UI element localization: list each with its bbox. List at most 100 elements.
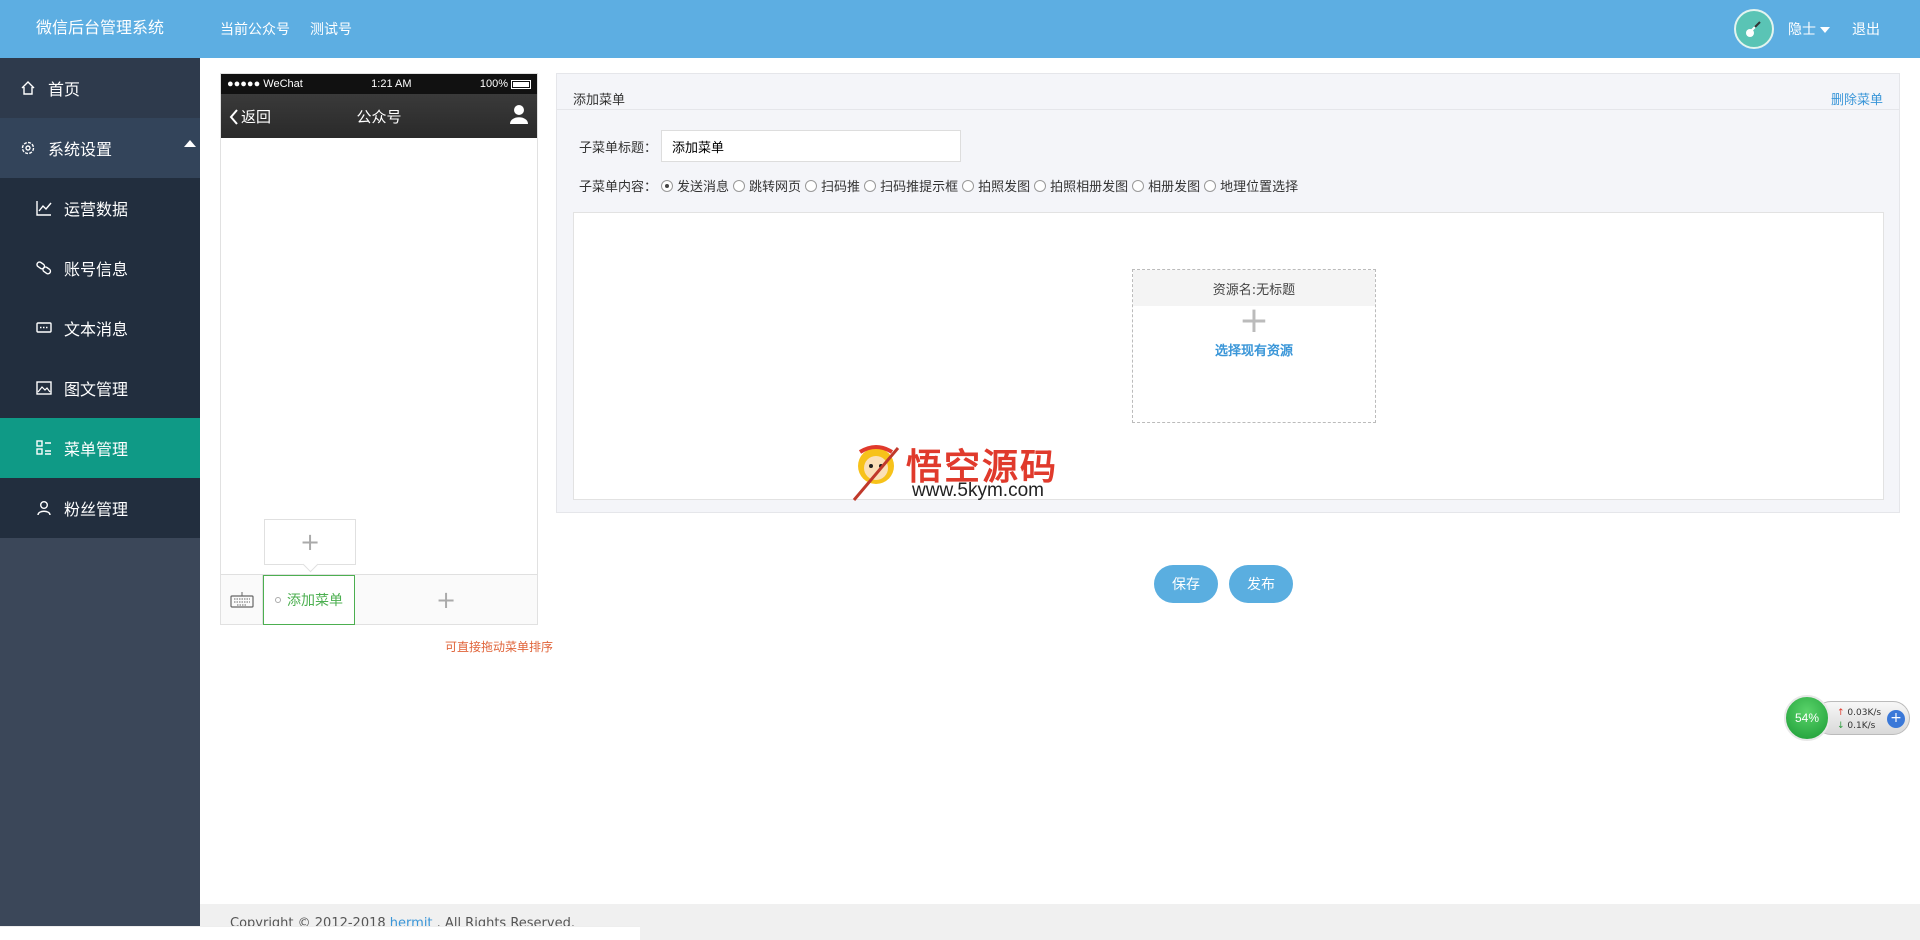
download-speed-value: 0.1K/s [1847, 721, 1876, 731]
sidebar-item-home[interactable]: 首页 [0, 58, 200, 118]
keyboard-icon[interactable] [221, 575, 263, 625]
submenu-content-label: 子菜单内容： [579, 180, 658, 195]
radio-scan-push[interactable]: 扫码推 [805, 176, 860, 195]
arrow-down-icon: ↓ [1837, 721, 1845, 731]
phone-battery-group: 100% [480, 78, 531, 90]
nav-test-account[interactable]: 测试号 [310, 19, 352, 39]
submenu-title-input[interactable] [661, 130, 962, 162]
menu-edit-panel: 添加菜单 删除菜单 子菜单标题： 子菜单内容： 发送消息 跳转网页 扫码推 扫码… [556, 73, 1900, 513]
gear-icon [20, 140, 36, 156]
plus-icon: + [435, 585, 457, 614]
content-area: 资源名:无标题 + 选择现有资源 [573, 212, 1884, 500]
submenu-content-row: 子菜单内容： 发送消息 跳转网页 扫码推 扫码推提示框 拍照发图 拍照相册发图 … [579, 176, 1298, 195]
sidebar-item-label: 文本消息 [64, 320, 129, 339]
battery-icon [510, 79, 531, 89]
choose-resource-link[interactable]: 选择现有资源 [1133, 340, 1375, 359]
resource-card: 资源名:无标题 + 选择现有资源 [1132, 269, 1376, 423]
menu-grid-icon [36, 440, 52, 456]
sidebar-item-label: 图文管理 [64, 380, 129, 399]
radio-icon [661, 179, 674, 192]
network-widget[interactable]: ↑ 0.03K/s ↓ 0.1K/s + 54% [1784, 695, 1910, 741]
radio-icon [733, 179, 746, 192]
sidebar-item-label: 账号信息 [64, 260, 129, 279]
user-menu[interactable]: 隐士 [1788, 19, 1830, 39]
radio-scan-push-tip[interactable]: 扫码推提示框 [864, 176, 958, 195]
sidebar-item-label: 菜单管理 [64, 440, 129, 459]
user-name: 隐士 [1788, 22, 1816, 38]
user-icon [36, 500, 52, 516]
phone-preview: ●●●●● WeChat 1:21 AM 100% 返回 公众号 + 添加菜单 … [220, 73, 538, 625]
delete-menu-link[interactable]: 删除菜单 [1831, 89, 1883, 108]
menu-item-current[interactable]: 添加菜单 [263, 575, 355, 625]
drag-tip: 可直接拖动菜单排序 [445, 640, 554, 654]
radio-label: 扫码推 [821, 180, 861, 195]
message-icon [36, 320, 52, 336]
radio-label: 地理位置选择 [1220, 180, 1299, 195]
sidebar-item-label: 首页 [48, 80, 81, 99]
phone-battery: 100% [479, 78, 508, 90]
radio-send-message[interactable]: 发送消息 [661, 176, 729, 195]
radio-icon [1132, 179, 1145, 192]
sidebar-item-label: 粉丝管理 [64, 500, 129, 519]
link-icon [36, 260, 52, 276]
add-menu-button[interactable]: + [355, 575, 537, 624]
phone-time: 1:21 AM [371, 78, 412, 90]
sidebar-item-menu-management[interactable]: 菜单管理 [0, 418, 200, 478]
plus-icon: + [299, 528, 321, 556]
top-header: 微信后台管理系统 当前公众号 测试号 隐士 退出 [0, 0, 1920, 58]
menu-item-label: 添加菜单 [287, 593, 343, 609]
person-icon[interactable] [509, 104, 529, 128]
radio-label: 跳转网页 [749, 180, 802, 195]
phone-status-bar: ●●●●● WeChat 1:21 AM 100% [221, 74, 537, 94]
add-resource-icon[interactable]: + [1133, 303, 1375, 339]
arrow-up-icon: ↑ [1837, 708, 1845, 718]
plus-icon[interactable]: + [1887, 710, 1905, 728]
phone-nav-bar: 返回 公众号 [221, 94, 537, 138]
memory-usage: 54% [1784, 695, 1830, 741]
radio-icon [1204, 179, 1217, 192]
radio-label: 扫码推提示框 [880, 180, 959, 195]
radio-icon [864, 179, 877, 192]
publish-button[interactable]: 发布 [1229, 565, 1293, 603]
submenu-title-label: 子菜单标题： [579, 140, 658, 156]
radio-label: 相册发图 [1148, 180, 1201, 195]
top-nav: 当前公众号 测试号 [220, 0, 352, 58]
radio-label: 拍照发图 [978, 180, 1031, 195]
sidebar-item-account[interactable]: 账号信息 [0, 238, 200, 298]
app-title: 微信后台管理系统 [36, 18, 165, 37]
radio-album-send[interactable]: 相册发图 [1132, 176, 1200, 195]
radio-photo-album-send[interactable]: 拍照相册发图 [1034, 176, 1128, 195]
avatar[interactable] [1734, 9, 1774, 49]
phone-title: 公众号 [356, 108, 402, 126]
save-button[interactable]: 保存 [1154, 565, 1218, 603]
home-icon [20, 80, 36, 96]
caret-down-icon [1820, 27, 1830, 33]
console-strip [0, 926, 640, 940]
caret-up-icon [184, 140, 196, 147]
radio-jump-url[interactable]: 跳转网页 [733, 176, 801, 195]
sidebar-item-label: 运营数据 [64, 200, 129, 219]
radio-label: 发送消息 [677, 180, 730, 195]
radio-icon [1034, 179, 1047, 192]
phone-menu-bar: 添加菜单 + [221, 574, 537, 625]
radio-photo-send[interactable]: 拍照发图 [962, 176, 1030, 195]
watermark-logo: 悟空源码 www.5kym.com [850, 438, 1080, 504]
image-icon [36, 380, 52, 396]
upload-speed: ↑ 0.03K/s [1837, 708, 1881, 718]
sidebar-item-operations[interactable]: 运营数据 [0, 178, 200, 238]
logout-link[interactable]: 退出 [1852, 19, 1880, 39]
download-speed: ↓ 0.1K/s [1837, 721, 1875, 731]
sidebar-item-settings[interactable]: 系统设置 [0, 118, 200, 178]
radio-dot-icon [275, 597, 281, 603]
radio-location-select[interactable]: 地理位置选择 [1204, 176, 1298, 195]
sidebar-item-image-text[interactable]: 图文管理 [0, 358, 200, 418]
sidebar-item-text-message[interactable]: 文本消息 [0, 298, 200, 358]
sidebar-item-label: 系统设置 [48, 140, 113, 159]
add-submenu-button[interactable]: + [264, 519, 356, 565]
panel-header: 添加菜单 删除菜单 [557, 74, 1899, 110]
radio-icon [805, 179, 818, 192]
line-chart-icon [36, 200, 52, 216]
watermark-url: www.5kym.com [912, 480, 1044, 501]
sidebar-item-fans[interactable]: 粉丝管理 [0, 478, 200, 538]
nav-current-account[interactable]: 当前公众号 [220, 19, 290, 39]
